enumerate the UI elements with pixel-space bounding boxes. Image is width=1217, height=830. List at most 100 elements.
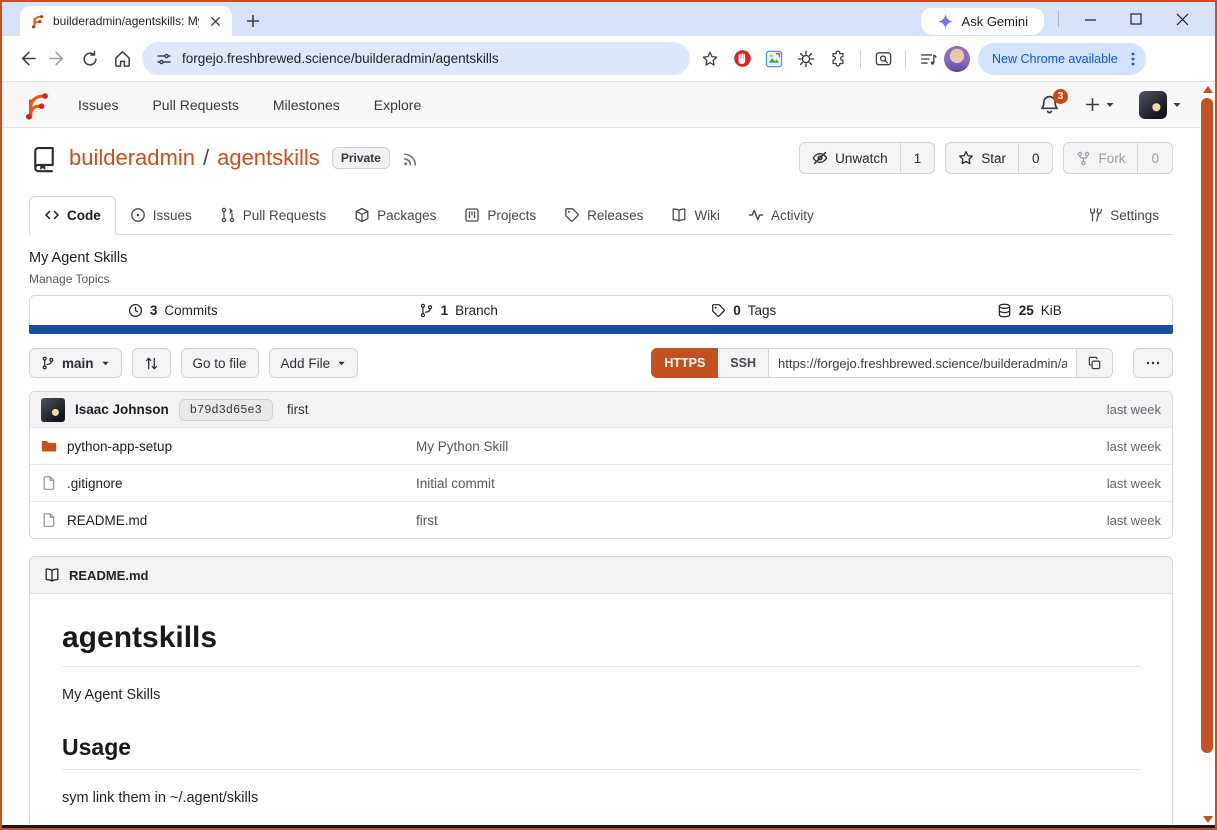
unwatch-button[interactable]: Unwatch [800, 143, 900, 173]
watchers-count[interactable]: 1 [900, 143, 935, 173]
extensions-puzzle-icon[interactable] [822, 43, 854, 75]
tab-releases[interactable]: Releases [550, 197, 657, 234]
compare-arrows-icon [144, 356, 159, 371]
commit-author-name[interactable]: Isaac Johnson [75, 402, 169, 417]
file-link[interactable]: .gitignore [41, 475, 416, 491]
file-commit-message[interactable]: Initial commit [416, 476, 1107, 491]
repo-size-stat[interactable]: 25KiB [887, 296, 1173, 325]
nav-link-explore[interactable]: Explore [374, 97, 421, 113]
commit-message[interactable]: first [287, 402, 309, 417]
scroll-down-arrow[interactable] [1203, 816, 1213, 823]
copy-icon [1087, 356, 1102, 371]
visibility-badge: Private [332, 147, 390, 169]
more-options-button[interactable] [1133, 348, 1173, 378]
readme-body: agentskills My Agent Skills Usage sym li… [30, 594, 1172, 828]
tab-code[interactable]: Code [29, 196, 116, 235]
stars-count[interactable]: 0 [1018, 143, 1053, 173]
create-new-button[interactable] [1085, 97, 1115, 112]
copy-url-button[interactable] [1077, 348, 1113, 378]
window-bottom-edge [2, 825, 1215, 828]
package-icon [354, 207, 370, 223]
file-link[interactable]: python-app-setup [41, 438, 416, 454]
commits-stat[interactable]: 3Commits [30, 296, 316, 325]
file-commit-message[interactable]: first [416, 513, 1107, 528]
scroll-up-arrow[interactable] [1203, 86, 1213, 93]
clone-url-input[interactable] [769, 348, 1077, 378]
ask-gemini-button[interactable]: Ask Gemini [921, 8, 1044, 35]
nav-link-milestones[interactable]: Milestones [273, 97, 340, 113]
browser-window: builderadmin/agentskills: My Ag Ask Gemi… [0, 0, 1217, 830]
tag-icon [564, 207, 580, 223]
forward-button[interactable] [42, 43, 74, 75]
https-clone-button[interactable]: HTTPS [651, 348, 718, 378]
minimize-button[interactable] [1067, 4, 1113, 34]
tab-issues[interactable]: Issues [116, 197, 206, 234]
tab-wiki[interactable]: Wiki [657, 197, 734, 234]
screenshot-extension-icon[interactable] [758, 43, 790, 75]
pulse-icon [748, 207, 764, 223]
address-bar[interactable]: forgejo.freshbrewed.science/builderadmin… [142, 42, 690, 75]
site-info-icon[interactable] [156, 51, 172, 67]
compare-branches-button[interactable] [132, 348, 171, 378]
watch-button-group: Unwatch 1 [799, 142, 935, 174]
toolbar-divider [905, 50, 906, 68]
new-tab-button[interactable] [240, 8, 266, 34]
window-controls-divider [1058, 11, 1059, 27]
star-button[interactable]: Star [946, 143, 1018, 173]
ssh-clone-button[interactable]: SSH [718, 348, 769, 378]
history-clock-icon [128, 303, 143, 318]
forgejo-favicon [29, 13, 45, 29]
issue-icon [130, 207, 146, 223]
forgejo-page: Issues Pull Requests Milestones Explore … [2, 82, 1215, 828]
commit-author-avatar[interactable] [41, 398, 65, 422]
nav-link-pull-requests[interactable]: Pull Requests [152, 97, 238, 113]
scrollbar-thumb[interactable] [1201, 98, 1213, 753]
tab-settings[interactable]: Settings [1073, 197, 1173, 234]
tab-packages[interactable]: Packages [340, 197, 450, 234]
readme-intro-text: My Agent Skills [62, 687, 1140, 703]
forks-count[interactable]: 0 [1137, 143, 1172, 173]
chevron-down-icon [337, 359, 346, 368]
repo-header: builderadmin / agentskills Private [29, 142, 1173, 174]
branch-selector[interactable]: main [29, 348, 122, 378]
tab-pull-requests[interactable]: Pull Requests [206, 197, 340, 234]
adblock-extension-icon[interactable] [726, 43, 758, 75]
page-scrollbar[interactable] [1200, 82, 1215, 825]
tags-stat[interactable]: 0Tags [601, 296, 887, 325]
chrome-menu-kebab-icon[interactable] [1126, 51, 1140, 67]
manage-topics-link[interactable]: Manage Topics [29, 272, 1173, 286]
fork-button[interactable]: Fork [1064, 143, 1137, 173]
media-controls-icon[interactable] [912, 43, 944, 75]
branches-stat[interactable]: 1Branch [316, 296, 602, 325]
bookmark-star-icon[interactable] [694, 43, 726, 75]
language-bar[interactable] [29, 325, 1173, 334]
branch-icon [419, 303, 434, 318]
maximize-button[interactable] [1113, 4, 1159, 34]
notifications-button[interactable]: 3 [1039, 94, 1061, 116]
repo-name-link[interactable]: agentskills [217, 145, 320, 171]
tab-search-icon[interactable] [867, 43, 899, 75]
go-to-file-button[interactable]: Go to file [181, 348, 259, 378]
sun-extension-icon[interactable] [790, 43, 822, 75]
back-button[interactable] [10, 43, 42, 75]
tab-activity[interactable]: Activity [734, 197, 828, 234]
tab-projects[interactable]: Projects [450, 197, 550, 234]
commit-hash-link[interactable]: b79d3d65e3 [179, 399, 273, 421]
pull-request-icon [220, 207, 236, 223]
folder-icon [41, 438, 57, 454]
file-link[interactable]: README.md [41, 512, 416, 528]
add-file-button[interactable]: Add File [269, 348, 359, 378]
nav-link-issues[interactable]: Issues [78, 97, 118, 113]
reload-button[interactable] [74, 43, 106, 75]
repo-owner-link[interactable]: builderadmin [69, 145, 195, 171]
file-commit-message[interactable]: My Python Skill [416, 439, 1107, 454]
new-chrome-available-button[interactable]: New Chrome available [978, 43, 1146, 75]
browser-tab[interactable]: builderadmin/agentskills: My Ag [20, 6, 232, 36]
tab-close-icon[interactable] [207, 13, 223, 29]
chrome-profile-avatar[interactable] [944, 46, 970, 72]
user-menu-button[interactable] [1139, 91, 1182, 119]
close-window-button[interactable] [1159, 4, 1205, 34]
home-button[interactable] [106, 43, 138, 75]
forgejo-logo[interactable] [20, 89, 52, 121]
rss-icon[interactable] [402, 150, 419, 167]
